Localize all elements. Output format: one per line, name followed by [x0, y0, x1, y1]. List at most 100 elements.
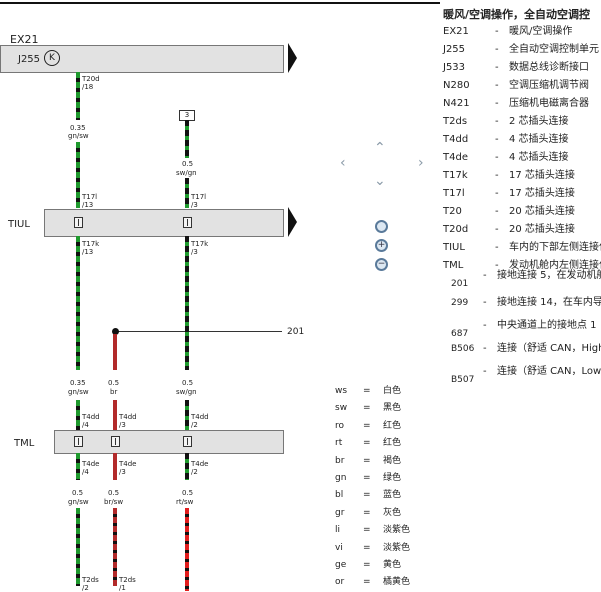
- color-eq: =: [363, 542, 371, 553]
- legend-code: T17l: [443, 188, 465, 199]
- legend-dash: -: [495, 116, 499, 127]
- w3-t17l-pin: /3: [191, 201, 198, 209]
- legend-row: T20 -20 芯插头连接: [443, 202, 575, 217]
- w1-t17k-pin: /13: [82, 248, 94, 256]
- legend-row: 201- 接地连接 5，在发动机舱: [443, 266, 601, 289]
- color-row: gr = 灰色: [335, 505, 401, 518]
- zoom-out-icon[interactable]: −: [375, 258, 388, 271]
- w3-size: 0.5: [182, 160, 194, 168]
- legend-dash: -: [495, 170, 499, 181]
- legend-dash: -: [495, 80, 499, 91]
- w2-t4de: T4de: [119, 460, 137, 468]
- color-row: vi = 淡紫色: [335, 540, 410, 553]
- legend-text: 车内的下部左侧连接位: [509, 242, 601, 253]
- legend-dash: -: [495, 206, 499, 217]
- color-name: 褐色: [383, 455, 402, 466]
- w3-t4de: T4de: [191, 460, 209, 468]
- j255-component-bar: [0, 45, 284, 73]
- w1-t4de-pin: /4: [82, 468, 89, 476]
- legend-text: 空调压缩机调节阀: [509, 80, 589, 91]
- legend-row: T17l -17 芯插头连接: [443, 184, 575, 199]
- color-code: bl: [335, 490, 344, 501]
- w1-size2: 0.35: [70, 379, 86, 387]
- legend-text: 全自动空调控制单元: [509, 44, 599, 55]
- legend-text: 中央通道上的接地点 1: [497, 320, 597, 331]
- color-eq: =: [363, 473, 371, 483]
- legend-row: T4de -4 芯插头连接: [443, 148, 569, 163]
- legend-row: 299- 接地连接 14，在车内导: [443, 293, 601, 308]
- w2-color2: br/sw: [104, 498, 124, 506]
- zoom-in-icon[interactable]: +: [375, 239, 388, 252]
- legend-dash: -: [495, 62, 499, 73]
- w3-t17l: T17l: [191, 193, 207, 201]
- legend-text: 20 芯插头连接: [509, 206, 575, 217]
- w2-t4de-pin: /3: [119, 468, 126, 476]
- legend-code: T2ds: [443, 116, 468, 127]
- legend-text: 4 芯插头连接: [509, 134, 569, 145]
- w1-tml-connector: [74, 436, 83, 447]
- wire-1-segment-a: [76, 72, 80, 120]
- legend-text: 17 芯插头连接: [509, 170, 575, 181]
- color-name: 灰色: [383, 507, 402, 518]
- w1-color3: gn/sw: [68, 498, 89, 506]
- wire-1-segment-c: [76, 236, 80, 370]
- legend-dash: -: [495, 242, 499, 253]
- ground-ref-label: 201: [287, 327, 305, 337]
- legend-text: 接地连接 5，在发动机舱: [497, 270, 601, 281]
- legend-row: EX21 - 暖风/空调操作: [443, 22, 572, 37]
- w1-size: 0.35: [70, 124, 86, 132]
- legend-text: 数据总线诊断接口: [509, 62, 589, 73]
- legend-text: 20 芯插头连接: [509, 224, 575, 235]
- color-eq: =: [363, 386, 371, 396]
- legend-code: N280: [443, 80, 470, 91]
- wire-2-segment-b: [113, 400, 117, 430]
- legend-code: EX21: [443, 26, 469, 37]
- color-row: ro = 红色: [335, 418, 401, 431]
- color-name: 红色: [383, 438, 402, 449]
- color-row: ge = 黄色: [335, 557, 401, 570]
- legend-row: 687- 中央通道上的接地点 1: [443, 316, 597, 339]
- legend-code: 201: [451, 279, 469, 289]
- color-eq: =: [363, 455, 371, 466]
- color-name: 淡紫色: [383, 542, 411, 553]
- wire-3-segment-f: [185, 508, 189, 591]
- w3-size3: 0.5: [182, 489, 194, 497]
- wire-2-segment-a: [113, 334, 117, 370]
- color-code: or: [335, 577, 345, 588]
- w1-t4dd-pin: /4: [82, 421, 89, 429]
- chevron-left-icon[interactable]: ‹: [340, 155, 346, 171]
- color-code: li: [335, 525, 341, 536]
- w3-t4dd: T4dd: [191, 413, 209, 421]
- legend-code: TIUL: [443, 242, 465, 253]
- chevron-right-icon[interactable]: ›: [418, 155, 424, 171]
- legend-code: N421: [443, 98, 470, 109]
- legend-dash: -: [495, 26, 499, 37]
- color-eq: =: [363, 577, 371, 588]
- color-row: bl = 蓝色: [335, 487, 401, 500]
- color-code: br: [335, 455, 345, 466]
- w1-color2: gn/sw: [68, 388, 89, 396]
- tiul-arrow-icon: [288, 207, 297, 237]
- legend-code: J533: [443, 62, 466, 73]
- chevron-up-icon[interactable]: ⌃: [374, 140, 386, 156]
- zoom-fit-icon[interactable]: [375, 220, 388, 233]
- color-code: gn: [335, 473, 347, 483]
- wire-3-segment-a: [185, 120, 189, 158]
- chevron-down-icon[interactable]: ⌄: [374, 173, 386, 189]
- color-code: vi: [335, 542, 343, 553]
- color-eq: =: [363, 507, 371, 518]
- color-row: rt = 红色: [335, 435, 401, 448]
- color-eq: =: [363, 490, 371, 501]
- color-code: ro: [335, 420, 345, 431]
- w1-t17k: T17k: [82, 240, 100, 248]
- legend-code: B506: [451, 344, 475, 354]
- legend-text: 2 芯插头连接: [509, 116, 569, 127]
- legend-code: T17k: [443, 170, 468, 181]
- color-row: gn = 绿色: [335, 470, 401, 483]
- legend-row: N421 - 压缩机电磁离合器: [443, 94, 589, 109]
- w1-top-conn: T20d: [82, 75, 100, 83]
- wire-2-segment-c: [113, 453, 117, 480]
- legend-text: 暖风/空调操作: [509, 26, 573, 37]
- legend-code: 687: [451, 329, 469, 339]
- tiul-label: TIUL: [8, 219, 30, 230]
